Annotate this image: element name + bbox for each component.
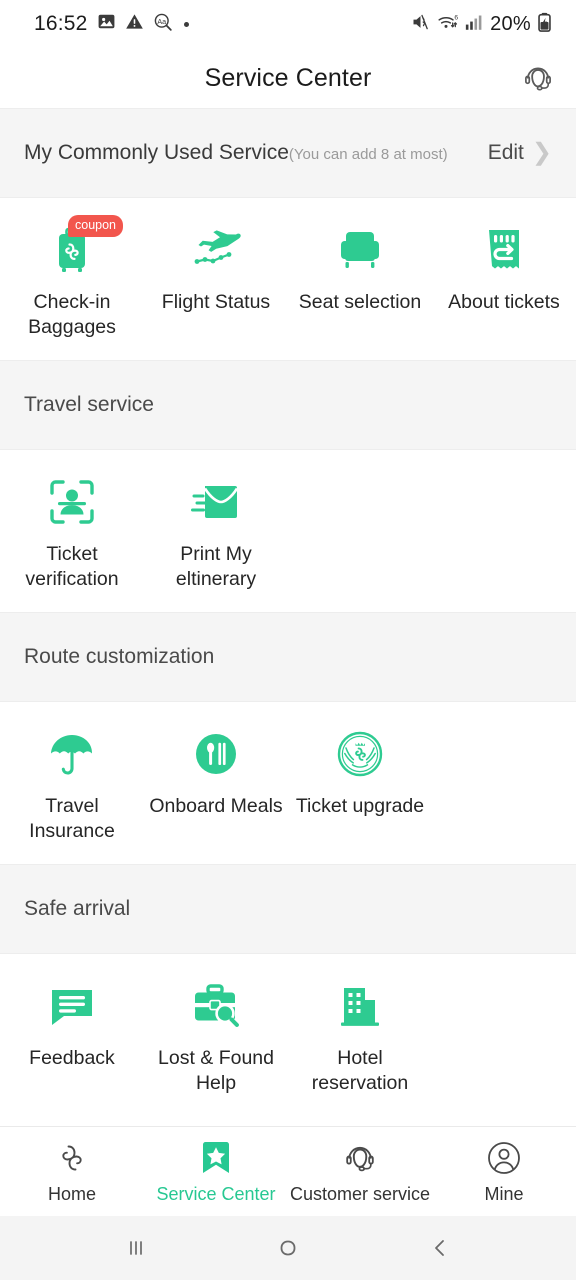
id-scan-icon	[46, 476, 98, 528]
section-grid-travel-service: Ticket verification Print My eltinerary	[0, 450, 576, 612]
edit-label: Edit	[487, 141, 524, 164]
umbrella-icon	[46, 728, 98, 780]
headset-support-icon[interactable]	[516, 56, 560, 100]
status-bar-right: 6 20%	[411, 12, 552, 37]
commonly-used-grid: coupon Check-in Baggages Flight Status S…	[0, 198, 576, 360]
warning-triangle-icon	[125, 12, 144, 36]
person-circle-icon	[486, 1138, 522, 1178]
airline-seal-icon	[334, 728, 386, 780]
svg-text:Aa: Aa	[157, 17, 166, 25]
status-bar: 16:52 Aa 6 20%	[0, 0, 576, 48]
briefcase-search-icon	[190, 980, 242, 1032]
bookmark-star-icon	[199, 1138, 233, 1178]
bottom-tab-bar: Home Service Center Customer service Min…	[0, 1126, 576, 1216]
tile-label: Print My eltinerary	[175, 543, 257, 590]
tab-label: Home	[47, 1184, 96, 1204]
app-header: Service Center	[0, 48, 576, 108]
section-header-safe-arrival: Safe arrival	[0, 864, 576, 954]
edit-button[interactable]: Edit ❯	[488, 141, 552, 165]
back-chevron-icon[interactable]	[408, 1226, 472, 1270]
tile-label: Hotel reservation	[311, 1047, 409, 1094]
section-title: Route customization	[24, 645, 215, 668]
commonly-used-title-wrap: My Commonly Used Service(You can add 8 a…	[24, 141, 448, 165]
tile-feedback[interactable]: Feedback	[0, 980, 144, 1096]
tile-label: About tickets	[448, 291, 560, 313]
baggage-icon: coupon	[46, 215, 124, 276]
dot-indicator-icon	[183, 21, 189, 27]
tile-label: Feedback	[29, 1047, 115, 1069]
tile-label: Travel Insurance	[29, 795, 115, 842]
section-title: Travel service	[24, 393, 154, 416]
tile-about-tickets[interactable]: About tickets	[432, 224, 576, 340]
tab-label: Service Center	[156, 1184, 276, 1204]
tab-service-center[interactable]: Service Center	[144, 1127, 288, 1216]
battery-percent-label: 20%	[490, 12, 531, 35]
page-content: My Commonly Used Service(You can add 8 a…	[0, 108, 576, 1126]
tile-lost-and-found-help[interactable]: Lost & Found Help	[144, 980, 288, 1096]
status-bar-clock: 16:52	[34, 12, 88, 35]
commonly-used-title: My Commonly Used Service	[24, 141, 289, 164]
image-icon	[97, 12, 116, 36]
tile-travel-insurance[interactable]: Travel Insurance	[0, 728, 144, 844]
ticket-refund-icon	[478, 224, 530, 276]
content-tail	[0, 1116, 576, 1126]
commonly-used-header: My Commonly Used Service(You can add 8 a…	[0, 108, 576, 198]
coupon-badge: coupon	[68, 215, 124, 237]
commonly-used-subtitle: (You can add 8 at most)	[288, 146, 448, 163]
text-zoom-icon: Aa	[153, 12, 173, 37]
tile-label: Ticket verification	[25, 543, 119, 590]
cutlery-circle-icon	[190, 728, 242, 780]
home-circle-icon[interactable]	[256, 1226, 320, 1270]
section-title: Safe arrival	[24, 897, 131, 920]
tab-customer-service[interactable]: Customer service	[288, 1127, 432, 1216]
android-nav-bar	[0, 1216, 576, 1280]
tile-flight-status[interactable]: Flight Status	[144, 224, 288, 340]
tile-label: Flight Status	[161, 291, 271, 313]
airplane-track-icon	[190, 224, 242, 276]
armchair-seat-icon	[334, 224, 386, 276]
tile-label: Seat selection	[298, 291, 422, 313]
chat-lines-icon	[46, 980, 98, 1032]
chevron-right-icon: ❯	[531, 139, 552, 166]
tab-home[interactable]: Home	[0, 1127, 144, 1216]
battery-charging-icon	[537, 12, 552, 37]
tile-label: Onboard Meals	[149, 795, 283, 817]
tile-label: Check-in Baggages	[28, 291, 116, 338]
tile-print-my-eltinerary[interactable]: Print My eltinerary	[144, 476, 288, 592]
svg-text:6: 6	[454, 14, 458, 21]
wifi-6-icon: 6	[437, 12, 459, 37]
tile-check-in-baggages[interactable]: coupon Check-in Baggages	[0, 215, 144, 340]
app-root: 16:52 Aa 6 20% Service Center My Commonl…	[0, 0, 576, 1280]
tile-hotel-reservation[interactable]: Hotel reservation	[288, 980, 432, 1096]
section-header-route-customization: Route customization	[0, 612, 576, 702]
tile-ticket-verification[interactable]: Ticket verification	[0, 476, 144, 592]
tab-label: Mine	[484, 1184, 524, 1204]
tile-label: Lost & Found Help	[158, 1047, 274, 1094]
page-title: Service Center	[204, 63, 372, 92]
section-grid-route-customization: Travel Insurance Onboard Meals Ticket up…	[0, 702, 576, 864]
status-bar-left: 16:52 Aa	[34, 12, 189, 37]
envelope-mail-icon	[190, 476, 242, 528]
headset-icon	[342, 1138, 378, 1178]
tab-mine[interactable]: Mine	[432, 1127, 576, 1216]
tile-label: Ticket upgrade	[295, 795, 425, 817]
tile-seat-selection[interactable]: Seat selection	[288, 224, 432, 340]
cellular-signal-icon	[465, 13, 484, 36]
tile-ticket-upgrade[interactable]: Ticket upgrade	[288, 728, 432, 844]
section-grid-safe-arrival: Feedback Lost & Found Help Hotel reserva…	[0, 954, 576, 1116]
hotel-building-icon	[334, 980, 386, 1032]
tab-label: Customer service	[289, 1184, 431, 1204]
recents-icon[interactable]	[104, 1226, 168, 1270]
section-header-travel-service: Travel service	[0, 360, 576, 450]
volume-mute-icon	[411, 12, 431, 37]
tile-onboard-meals[interactable]: Onboard Meals	[144, 728, 288, 844]
spiral-logo-icon	[54, 1138, 90, 1178]
